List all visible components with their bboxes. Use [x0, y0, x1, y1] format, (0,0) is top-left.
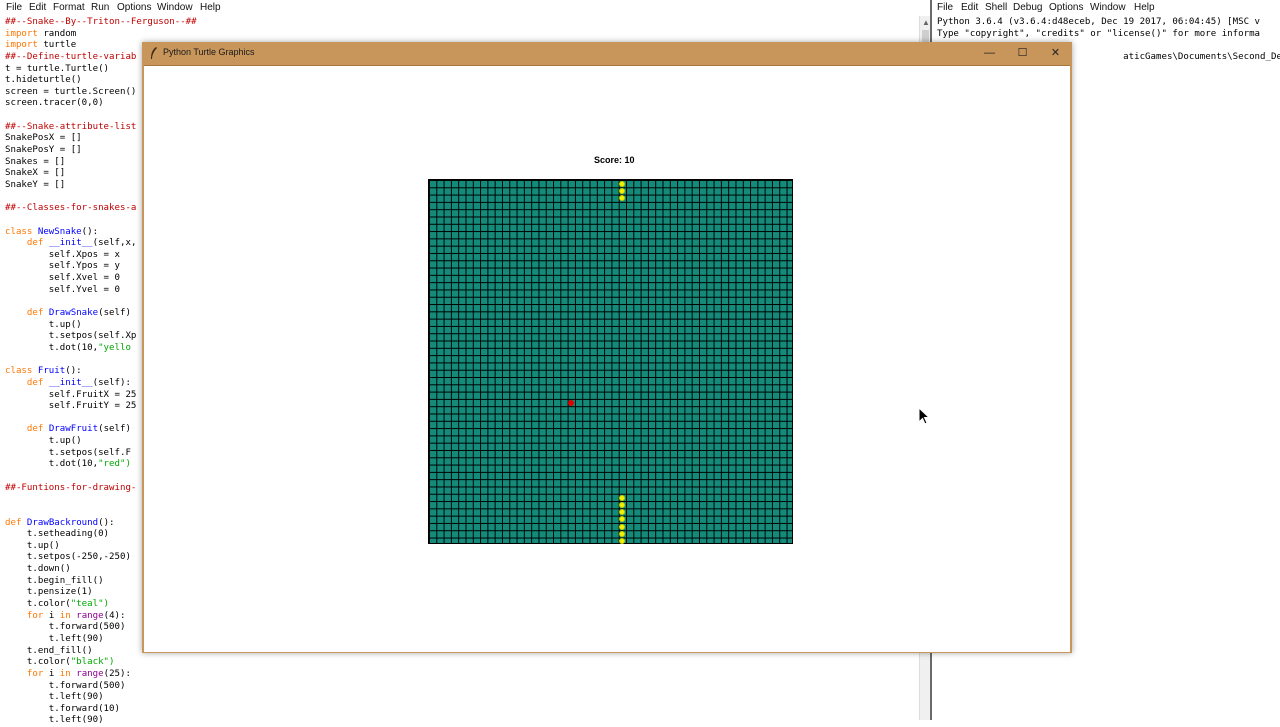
code-line: t.left(90) [5, 692, 104, 703]
scroll-up-icon[interactable]: ▲ [922, 18, 930, 27]
turtle-window-titlebar[interactable]: Python Turtle Graphics — ☐ ✕ [142, 42, 1072, 64]
menu-item-options[interactable]: Options [1049, 2, 1083, 13]
shell-menubar: File Edit Shell Debug Options Window Help [932, 0, 1280, 16]
code-line: t.color("black") [5, 657, 115, 668]
shell-line: Python 3.6.4 (v3.6.4:d48eceb, Dec 19 201… [937, 17, 1261, 27]
menu-item-window[interactable]: Window [157, 2, 193, 13]
code-line: import random [5, 28, 77, 39]
snake-segment [619, 531, 626, 538]
snake-segment [619, 538, 626, 545]
snake-segment [619, 180, 626, 187]
editor-menubar: File Edit Format Run Options Window Help [0, 0, 930, 16]
menu-item-edit[interactable]: Edit [29, 2, 46, 13]
menu-item-shell[interactable]: Shell [985, 2, 1007, 13]
code-line: ##--Snake--By--Triton--Ferguson--## [5, 17, 197, 27]
game-board [428, 179, 793, 545]
snake-segment [619, 523, 626, 530]
menu-item-file[interactable]: File [937, 2, 953, 13]
turtle-canvas[interactable]: Score: 10 [144, 65, 1070, 652]
menu-item-help[interactable]: Help [1134, 2, 1155, 13]
turtle-window-title: Python Turtle Graphics [163, 47, 255, 57]
shell-line: Type "copyright", "credits" or "license(… [937, 28, 1261, 39]
menu-item-help[interactable]: Help [200, 2, 221, 13]
menu-item-window[interactable]: Window [1090, 2, 1126, 13]
code-line: t.forward(500) [5, 680, 126, 691]
close-button[interactable]: ✕ [1039, 42, 1072, 64]
menu-item-options[interactable]: Options [117, 2, 151, 13]
menu-item-format[interactable]: Format [53, 2, 85, 13]
minimize-button[interactable]: — [973, 42, 1006, 64]
snake-segment [619, 494, 626, 501]
mouse-pointer-icon [918, 407, 930, 425]
menu-item-file[interactable]: File [6, 2, 22, 13]
snake-segment [619, 187, 626, 194]
code-line: t.forward(10) [5, 703, 120, 714]
menu-item-debug[interactable]: Debug [1013, 2, 1042, 13]
snake-segment [619, 501, 626, 508]
turtle-graphics-window: Python Turtle Graphics — ☐ ✕ Score: 10 [142, 42, 1072, 653]
feather-icon [151, 47, 157, 59]
snake-segment [619, 509, 626, 516]
code-line: t.left(90) [5, 715, 104, 726]
fruit [568, 399, 575, 406]
menu-item-edit[interactable]: Edit [961, 2, 978, 13]
score-label: Score: 10 [594, 155, 635, 165]
snake-segment [619, 195, 626, 202]
menu-item-run[interactable]: Run [91, 2, 109, 13]
snake-segment [619, 516, 626, 523]
code-line: for i in range(25): [26, 668, 131, 679]
maximize-button[interactable]: ☐ [1006, 42, 1039, 64]
